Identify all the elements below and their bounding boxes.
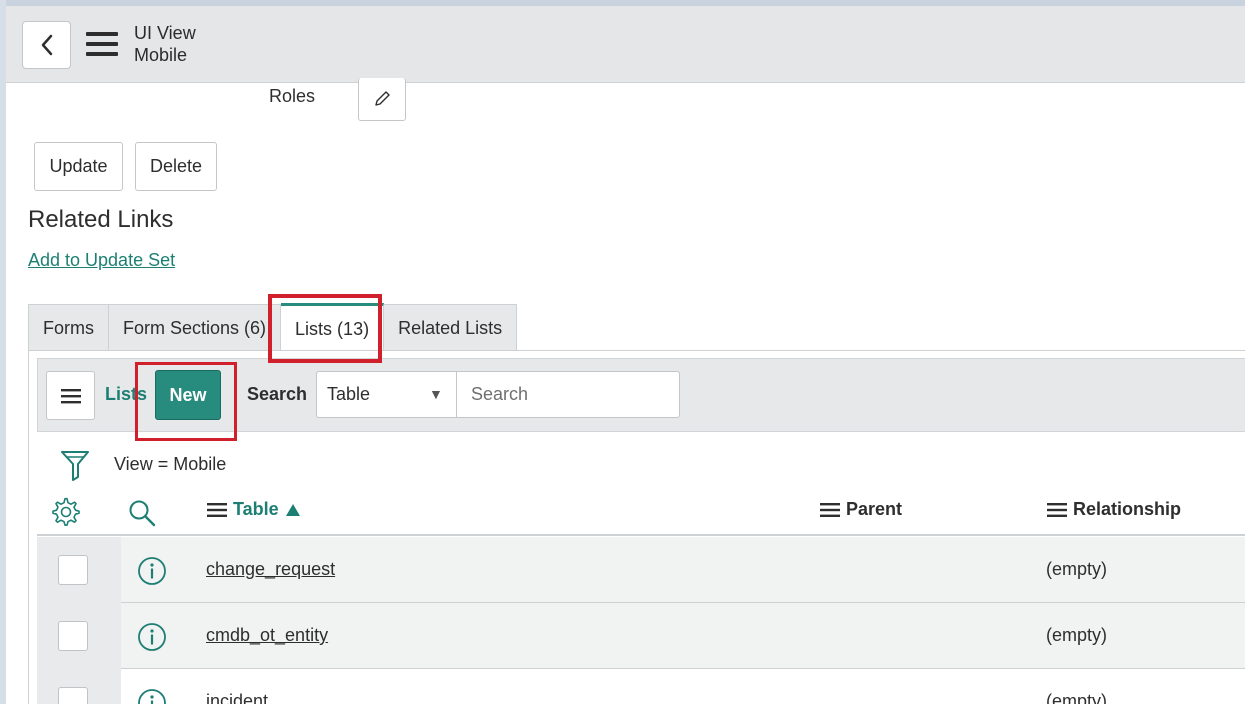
info-icon[interactable] <box>137 688 167 704</box>
column-header-parent[interactable]: Parent <box>820 499 902 520</box>
row-relationship: (empty) <box>1046 625 1108 645</box>
table-row: cmdb_ot_entity (empty) <box>37 603 1245 669</box>
table-row: incident (empty) <box>37 669 1245 704</box>
column-menu-icon[interactable] <box>207 502 227 517</box>
tab-lists[interactable]: Lists (13) <box>281 303 385 352</box>
caret-down-icon[interactable]: ▼ <box>429 386 443 402</box>
tab-related-lists[interactable]: Related Lists <box>384 305 516 352</box>
search-label: Search <box>247 384 308 404</box>
table-row: change_request (empty) <box>37 537 1245 603</box>
back-button[interactable] <box>22 21 71 69</box>
pencil-icon <box>375 91 390 106</box>
search-field-value: Table <box>327 384 371 404</box>
list-context-menu-button[interactable] <box>46 371 95 420</box>
gear-icon[interactable] <box>51 497 81 527</box>
hamburger-menu-icon[interactable] <box>86 31 118 57</box>
column-header-relationship[interactable]: Relationship <box>1047 499 1181 520</box>
list-title[interactable]: Lists <box>105 384 147 405</box>
new-button[interactable]: New <box>155 370 221 420</box>
row-table-link[interactable]: incident <box>206 691 268 704</box>
roles-label: Roles <box>269 86 316 106</box>
row-relationship: (empty) <box>1046 691 1108 704</box>
page-subtitle: Mobile <box>134 45 188 65</box>
tab-forms[interactable]: Forms <box>29 305 109 352</box>
window-left-border <box>0 0 6 704</box>
filter-breadcrumb[interactable]: View = Mobile <box>114 454 226 475</box>
related-lists-tabbar: Forms Form Sections (6) Lists (13) Relat… <box>28 303 518 352</box>
info-icon[interactable] <box>137 556 167 586</box>
row-relationship: (empty) <box>1046 559 1108 579</box>
filter-icon[interactable] <box>60 449 90 481</box>
update-button[interactable]: Update <box>34 142 123 191</box>
row-checkbox[interactable] <box>58 687 88 704</box>
chevron-left-icon <box>41 34 52 56</box>
related-links-heading: Related Links <box>28 206 174 233</box>
column-header-parent-label[interactable]: Parent <box>846 499 902 520</box>
sort-ascending-icon <box>285 503 300 516</box>
column-header-table-label[interactable]: Table <box>233 499 279 520</box>
tab-form-sections[interactable]: Form Sections (6) <box>109 305 282 352</box>
delete-button[interactable]: Delete <box>135 142 217 191</box>
add-to-update-set-link[interactable]: Add to Update Set <box>28 250 175 271</box>
row-checkbox[interactable] <box>58 621 88 651</box>
row-table-link[interactable]: change_request <box>206 559 335 580</box>
column-menu-icon[interactable] <box>820 502 840 517</box>
column-header-relationship-label[interactable]: Relationship <box>1073 499 1181 520</box>
row-checkbox[interactable] <box>58 555 88 585</box>
row-table-link[interactable]: cmdb_ot_entity <box>206 625 328 646</box>
page-title: UI View <box>134 23 196 43</box>
column-menu-icon[interactable] <box>1047 502 1067 517</box>
search-icon[interactable] <box>127 498 157 528</box>
info-icon[interactable] <box>137 622 167 652</box>
roles-edit-button[interactable] <box>358 78 406 121</box>
hamburger-icon <box>60 388 81 403</box>
column-header-table[interactable]: Table <box>207 499 301 520</box>
page-header: UI View Mobile <box>6 6 1245 83</box>
search-input[interactable] <box>456 371 680 418</box>
